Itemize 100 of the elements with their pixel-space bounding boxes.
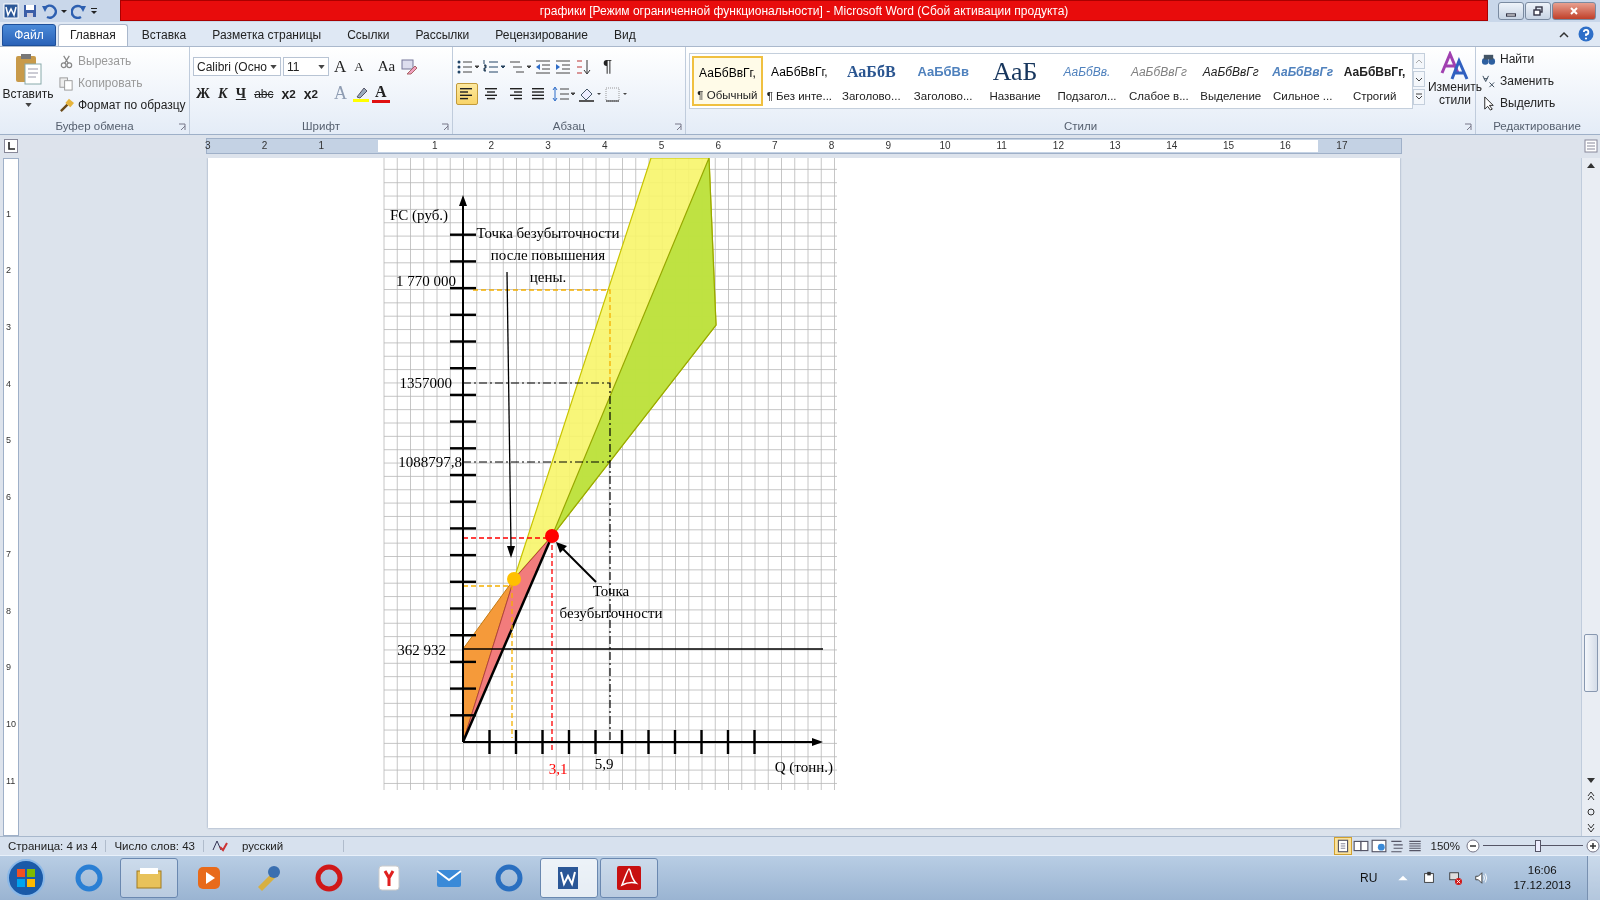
grow-font-button[interactable]: A [331, 55, 350, 78]
format-painter-button[interactable]: Формат по образцу [57, 94, 188, 116]
caret-icon[interactable] [270, 64, 277, 69]
bullet-list-icon[interactable] [456, 58, 480, 75]
decrease-indent-icon[interactable] [534, 57, 552, 76]
ribbon-tab[interactable]: Ссылки [335, 23, 402, 46]
font-size-field[interactable]: 11 [283, 57, 329, 77]
ribbon-tab[interactable]: Разметка страницы [200, 23, 334, 46]
taskbar-app-button[interactable] [540, 858, 598, 898]
style-item[interactable]: АаБбВв Заголово... [907, 55, 979, 106]
numbered-list-icon[interactable] [482, 58, 506, 75]
style-item[interactable]: АаБбВвГг Слабое в... [1123, 55, 1195, 106]
ribbon-tab[interactable]: Рецензирование [483, 23, 600, 46]
style-item[interactable]: АаБ Название [979, 55, 1051, 106]
volume-icon[interactable] [1474, 871, 1489, 885]
scroll-down-icon[interactable] [1413, 70, 1425, 87]
ribbon-tab[interactable]: Главная [58, 23, 128, 46]
draft-icon[interactable] [1406, 838, 1423, 854]
ruler-number: 8 [828, 140, 835, 152]
ruler-number: 15 [1222, 140, 1235, 152]
more-styles-icon[interactable] [1413, 88, 1425, 105]
borders-icon[interactable] [604, 85, 628, 102]
undo-icon[interactable] [41, 2, 57, 19]
format-button[interactable]: Ч [232, 82, 250, 105]
change-styles-button[interactable]: Изменить стили [1429, 50, 1481, 118]
word-icon[interactable] [3, 2, 19, 19]
paintbrush-icon [59, 97, 74, 113]
taskbar-app-button[interactable] [600, 858, 658, 898]
font-color-button[interactable]: A [372, 84, 390, 104]
multilevel-list-icon[interactable] [508, 58, 532, 75]
clock-time[interactable]: 16:06 [1527, 863, 1557, 878]
change-case-button[interactable]: Aa [374, 55, 399, 78]
ribbon-tab[interactable]: Вставка [129, 23, 199, 46]
file-tab[interactable]: Файл [2, 23, 56, 46]
ribbon-tab[interactable]: Вид [601, 23, 648, 46]
format-button[interactable]: abc [251, 82, 277, 105]
language-indicator[interactable]: русский [233, 840, 345, 852]
ruler-number: 9 [6, 662, 11, 673]
style-item[interactable]: АаБбВвГг Выделение [1195, 55, 1267, 106]
group-label: Буфер обмена [55, 119, 134, 132]
zoom-in-icon[interactable] [1586, 839, 1600, 853]
zoom-level[interactable]: 150% [1430, 840, 1460, 852]
taskbar-app-button[interactable] [120, 858, 178, 898]
dialog-launcher-icon[interactable] [441, 122, 449, 131]
shrink-font-button[interactable]: A [351, 55, 367, 78]
font-name-field[interactable]: Calibri (Осно [193, 57, 281, 77]
axis-value: 1 770 000 [396, 272, 456, 289]
ruler-number: 2 [488, 140, 495, 152]
clear-formatting-icon[interactable] [400, 57, 419, 76]
sort-icon[interactable] [574, 57, 592, 76]
print-layout-icon[interactable] [1334, 838, 1351, 854]
annotation-text: Точка безубыточности после повышения цены. [476, 224, 620, 285]
spelling-check-icon[interactable] [211, 839, 228, 853]
zoom-out-icon[interactable] [1466, 839, 1480, 853]
show-formatting-button[interactable]: ¶ [600, 55, 616, 78]
reading-layout-icon[interactable] [1352, 838, 1369, 854]
page-count[interactable]: Страница: 4 из 4 [0, 840, 107, 852]
scrollbar-thumb[interactable] [1584, 633, 1598, 692]
horizontal-ruler[interactable]: 3 2 1 1 2 3 4 5 6 7 8 9 10 11 12 13 14 15 16 17 [206, 138, 1402, 155]
style-item[interactable]: АаБбВв. Подзагол... [1051, 55, 1123, 106]
device-icon[interactable] [1422, 871, 1437, 885]
network-icon[interactable] [1448, 871, 1463, 885]
ribbon-tab[interactable]: Рассылки [403, 23, 482, 46]
caret-icon[interactable] [318, 64, 325, 69]
ruler-number: 5 [658, 140, 665, 152]
web-layout-icon[interactable] [1370, 838, 1387, 854]
dialog-launcher-icon[interactable] [1464, 122, 1472, 131]
keyboard-language[interactable]: RU [1360, 871, 1378, 885]
align-justify-icon [532, 86, 546, 101]
paste-button[interactable]: Вставить [3, 50, 53, 118]
style-item[interactable]: АаБбВвГг Сильное ... [1267, 55, 1339, 106]
style-item[interactable]: АаБбВвГг, Строгий [1339, 55, 1411, 106]
redo-icon[interactable] [71, 2, 87, 19]
minimize-button[interactable] [1498, 1, 1524, 20]
window-title: графики [Режим ограниченной функциональности] - Microsoft Word (Сбой активации продукта) [539, 3, 1069, 18]
align-button[interactable] [456, 82, 478, 105]
help-icon[interactable] [1578, 25, 1594, 42]
clock-date[interactable]: 17.12.2013 [1513, 878, 1571, 893]
word-count[interactable]: Число слов: 43 [106, 840, 204, 852]
format-button[interactable]: Ж [193, 82, 213, 105]
editing-button[interactable]: Выделить [1479, 92, 1595, 114]
vertical-ruler[interactable]: 1 2 3 4 5 6 7 8 9 10 11 [3, 157, 19, 837]
restore-button[interactable] [1525, 1, 1551, 20]
outline-icon[interactable] [1388, 838, 1405, 854]
zoom-slider[interactable] [1483, 839, 1583, 853]
close-button[interactable] [1552, 1, 1596, 20]
style-item[interactable]: АаБбВ Заголово... [835, 55, 907, 106]
ruler-number: 2 [261, 140, 268, 152]
ruler-number: 2 [6, 265, 11, 276]
style-item[interactable]: АаБбВвГг, ¶ Без инте... [763, 55, 835, 106]
start-button[interactable] [6, 858, 46, 898]
tab-selector-icon[interactable] [4, 139, 18, 154]
style-item[interactable]: АаБбВвГг, ¶ Обычный [692, 55, 763, 106]
line-spacing-icon[interactable] [552, 85, 576, 102]
dialog-launcher-icon[interactable] [178, 122, 186, 131]
format-button[interactable]: К [214, 82, 231, 105]
save-icon[interactable] [22, 2, 38, 19]
editing-button[interactable]: Найти [1479, 48, 1595, 70]
increase-indent-icon[interactable] [554, 57, 572, 76]
dialog-launcher-icon[interactable] [674, 122, 682, 131]
